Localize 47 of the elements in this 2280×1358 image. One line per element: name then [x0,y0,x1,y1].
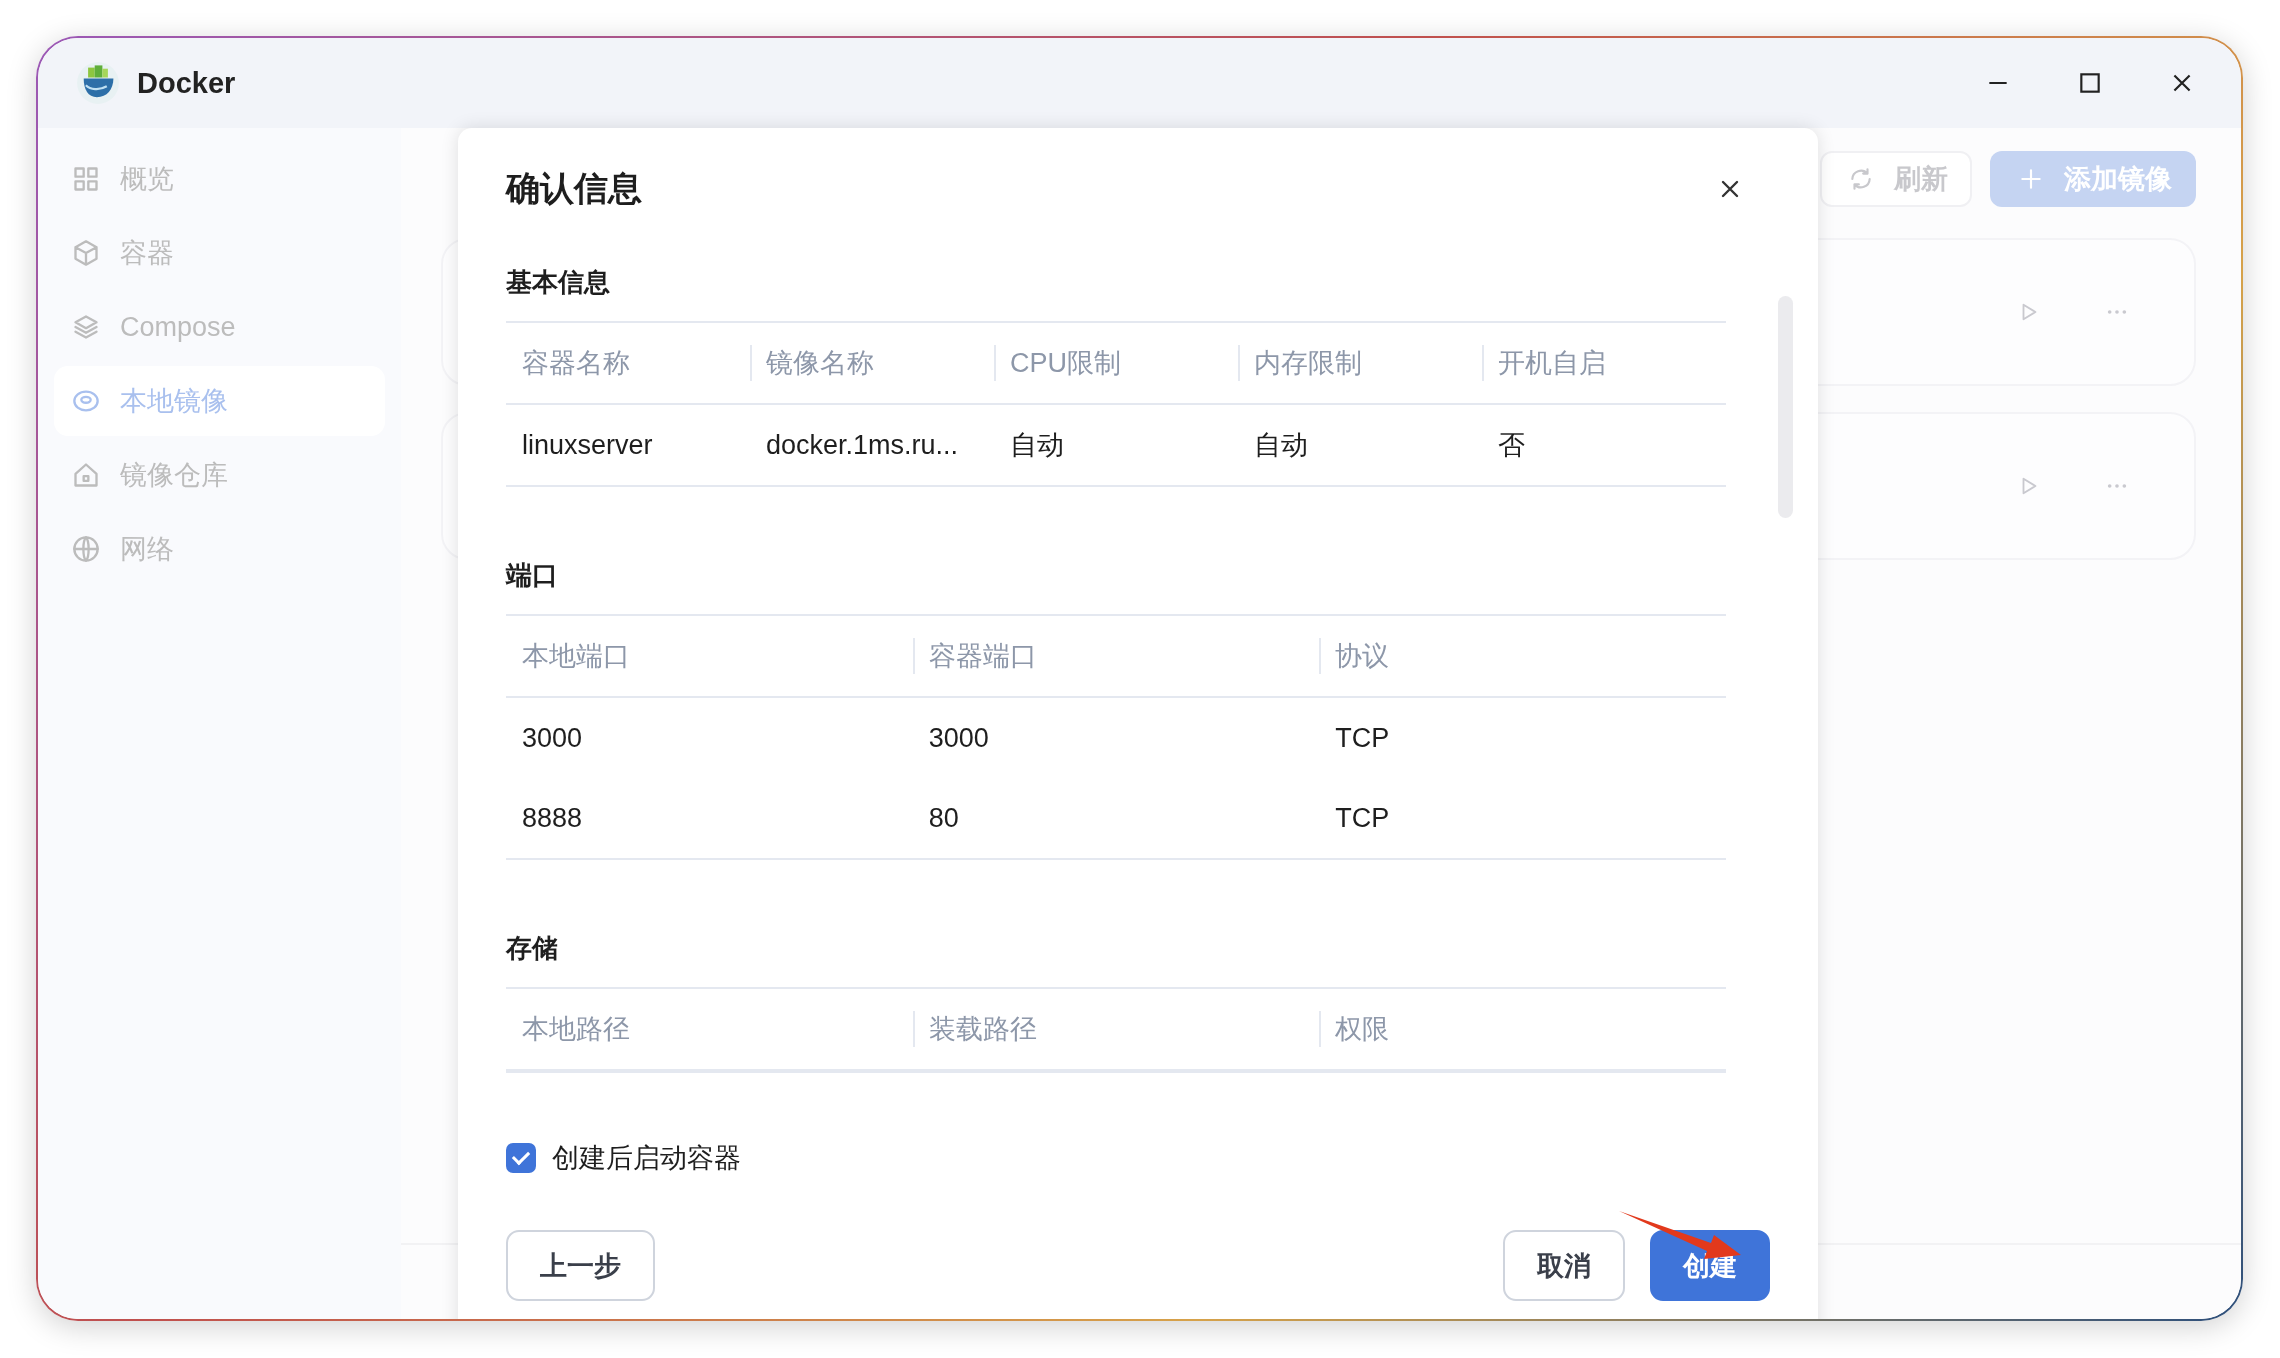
column-header: 开机自启 [1498,347,1606,380]
add-image-button[interactable]: 添加镜像 [1990,151,2196,207]
column-header: 内存限制 [1254,347,1362,380]
whale-logo-icon [76,61,120,105]
table-cell: 3000 [928,722,989,754]
column-header: 装载路径 [928,1013,1037,1046]
table-cell: 8888 [522,802,583,834]
table-cell-text: 自动 [1254,429,1308,462]
sidebar-item[interactable]: 概览 [54,144,385,214]
table-cell: linuxserver [522,429,653,461]
back-button[interactable]: 上一步 [506,1230,655,1301]
sidebar-item[interactable]: 网络 [54,514,385,584]
checkbox-label: 创建后启动容器 [552,1142,741,1175]
cube-icon [72,239,100,267]
column-header: 权限 [1335,1013,1390,1046]
dialog-title: 确认信息 [506,168,642,209]
table-cell-text: 否 [1498,429,1525,462]
section-title: 存储 [506,932,559,965]
column-header: 协议 [1335,640,1390,673]
table-cell: 80 [928,802,959,834]
sidebar-item[interactable]: 本地镜像 [54,366,385,436]
table-cell-text: 自动 [1010,429,1064,462]
checkbox[interactable] [506,1143,536,1173]
table-cell: TCP [1335,802,1390,834]
column-header: 镜像名称 [766,347,874,380]
globe-icon [72,535,100,563]
table-cell: docker.1ms.ru... [766,429,959,461]
refresh-icon [1848,166,1874,192]
table-cell: 3000 [522,722,583,754]
sidebar-item[interactable]: 镜像仓库 [54,440,385,510]
column-header: CPU限制 [1010,347,1121,380]
house-icon [72,461,100,489]
cancel-button[interactable]: 取消 [1503,1230,1625,1301]
section-title: 基本信息 [506,266,611,299]
column-header: 本地路径 [522,1013,630,1046]
column-header: 容器名称 [522,347,630,380]
table-cell: TCP [1335,722,1390,754]
sidebar-item[interactable]: Compose [54,292,385,362]
column-header: 容器端口 [928,640,1037,673]
maximize-icon[interactable] [2077,70,2103,96]
layers-icon [72,313,100,341]
section-title: 端口 [506,559,559,592]
window-title: Docker [137,66,237,100]
sidebar-item[interactable]: 容器 [54,218,385,288]
plus-icon [2018,166,2044,192]
grid-icon [72,165,100,193]
column-header: 本地端口 [522,640,630,673]
